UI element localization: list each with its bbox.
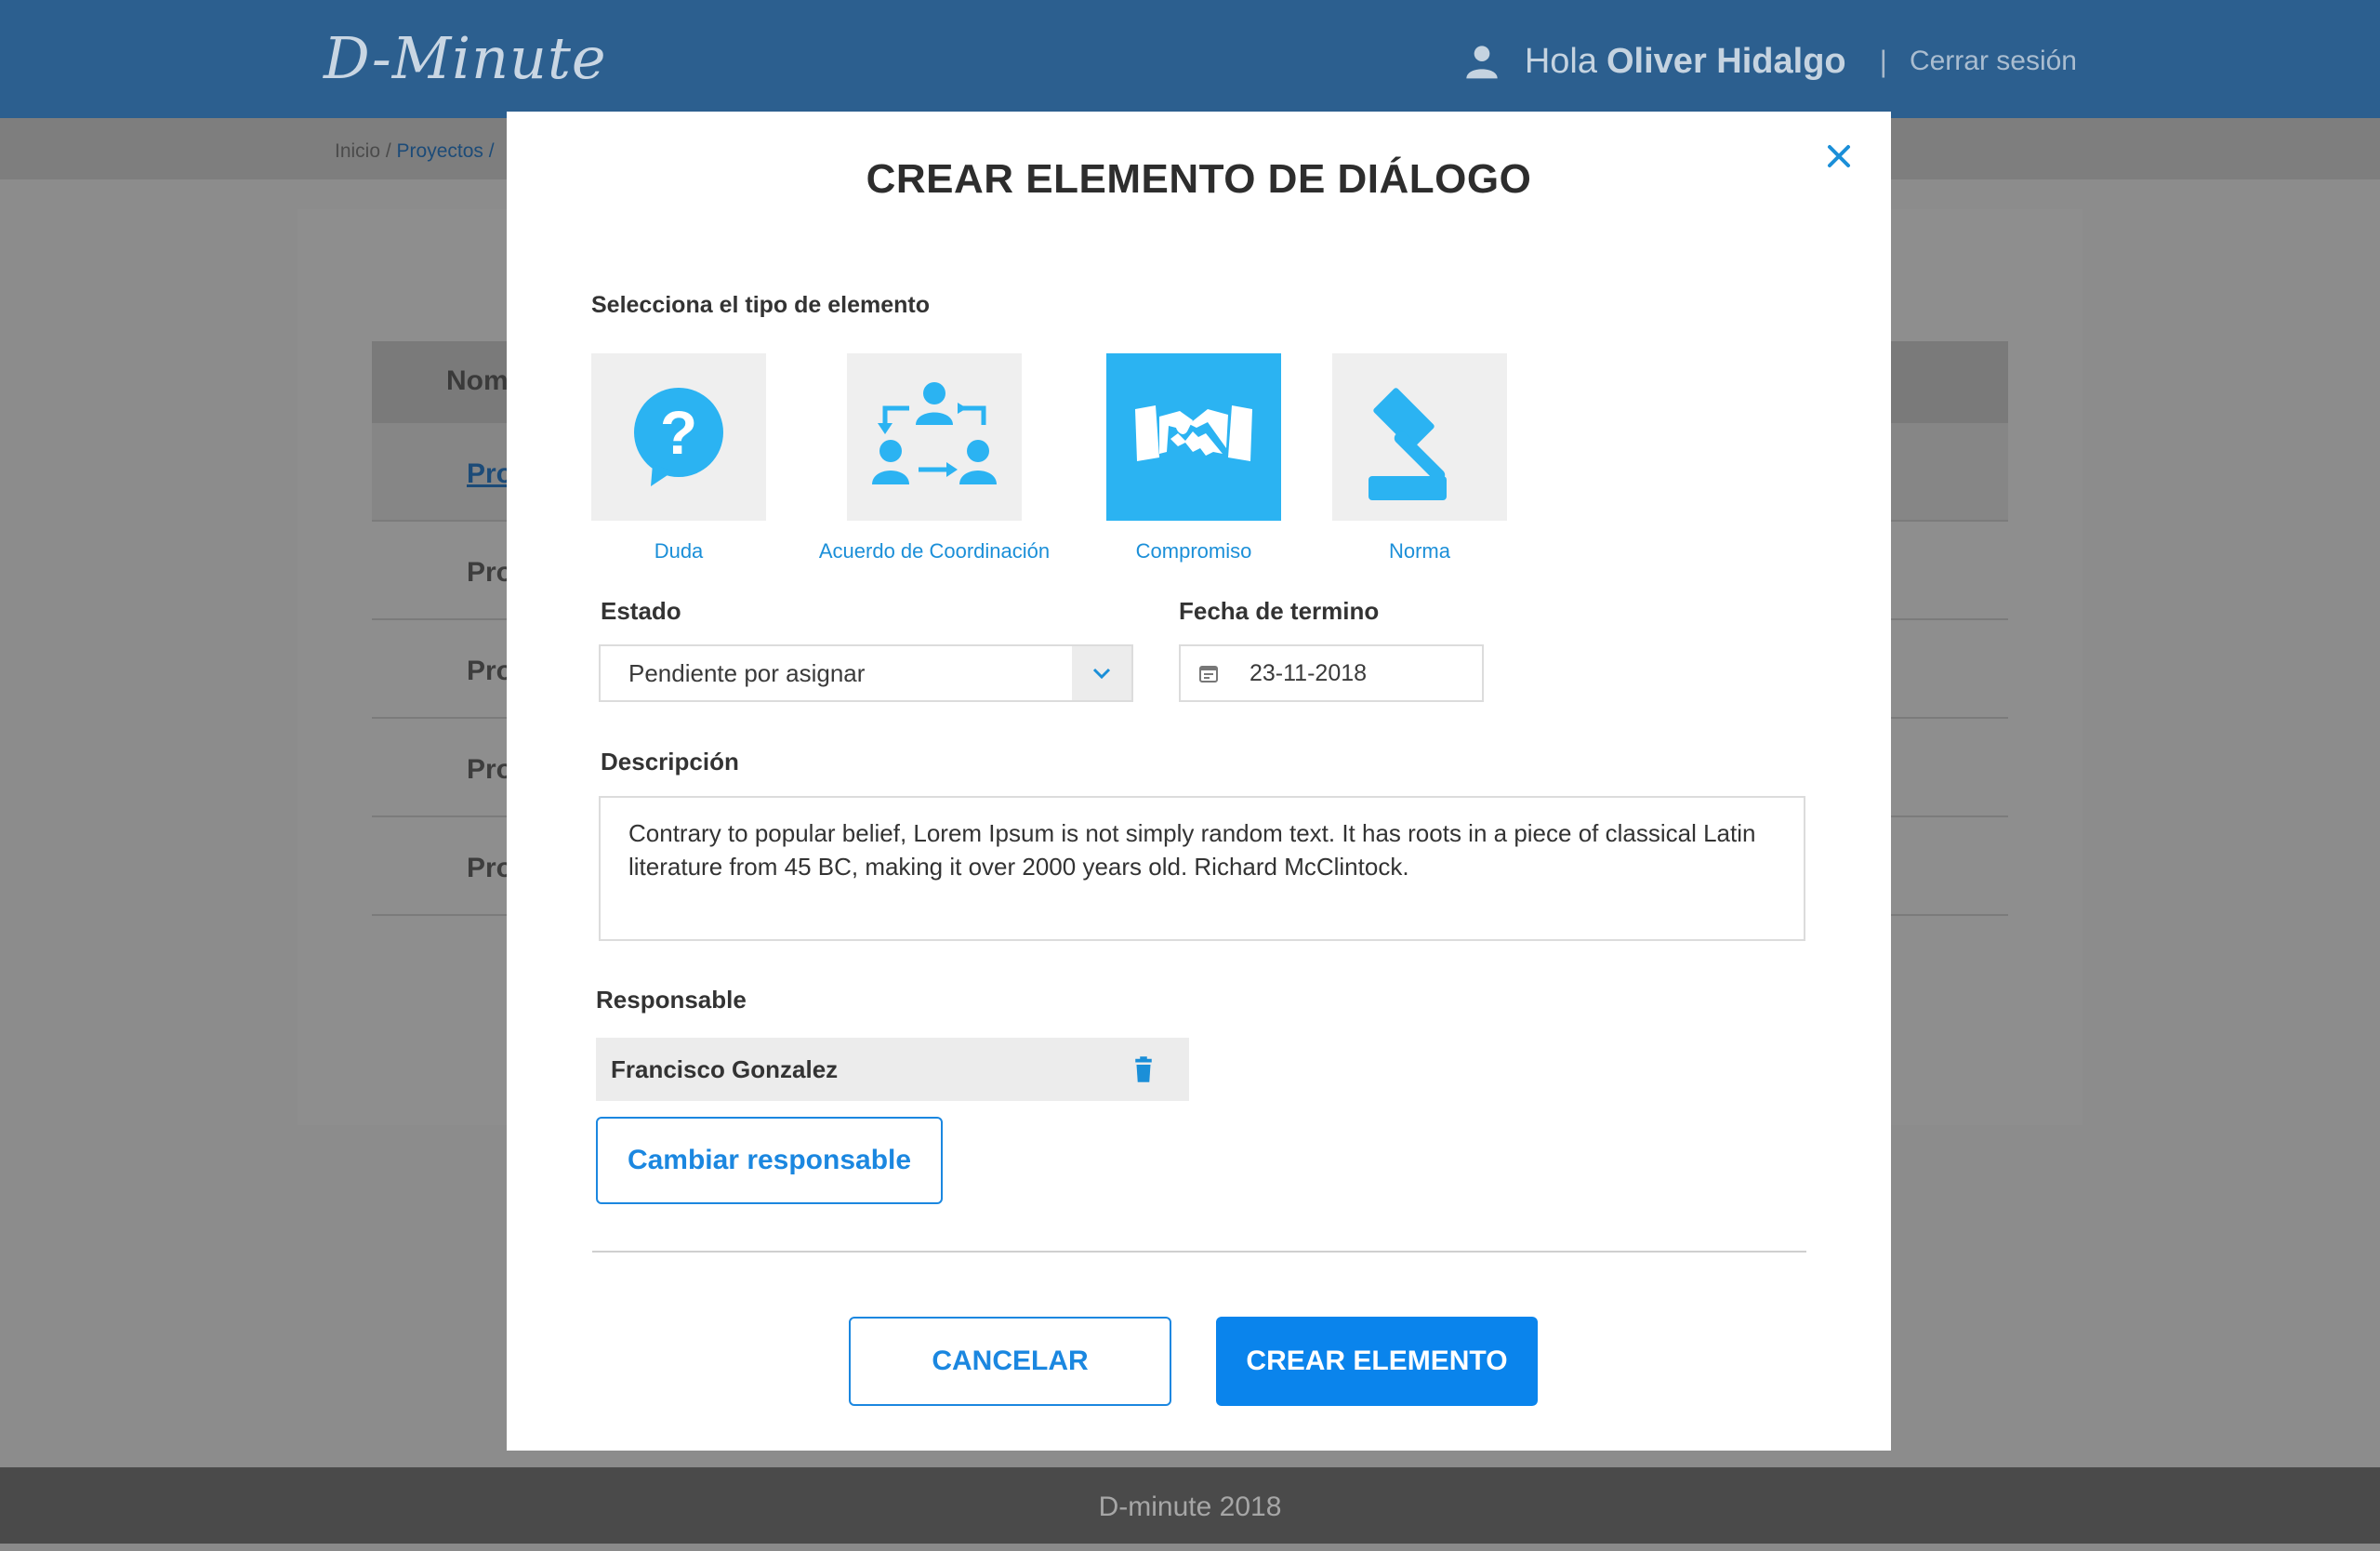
type-card-duda[interactable]: ?	[591, 353, 766, 521]
modal-title: CREAR ELEMENTO DE DIÁLOGO	[866, 156, 1532, 202]
type-label-duda[interactable]: Duda	[549, 539, 809, 563]
change-responsible-button[interactable]: Cambiar responsable	[596, 1117, 943, 1204]
greeting-text: Hola	[1524, 41, 1597, 81]
descripcion-textarea[interactable]: Contrary to popular belief, Lorem Ipsum …	[599, 796, 1805, 941]
user-name: Oliver Hidalgo	[1606, 41, 1846, 81]
create-element-button[interactable]: CREAR ELEMENTO	[1216, 1317, 1538, 1406]
responsable-label: Responsable	[596, 986, 747, 1014]
user-area: Hola Oliver Hidalgo | Cerrar sesión	[1463, 35, 2077, 87]
fecha-label: Fecha de termino	[1179, 597, 1380, 625]
estado-value: Pendiente por asignar	[628, 658, 866, 687]
type-card-acuerdo[interactable]	[847, 353, 1022, 521]
type-label-norma[interactable]: Norma	[1289, 539, 1550, 563]
create-element-modal: CREAR ELEMENTO DE DIÁLOGO Selecciona el …	[507, 112, 1891, 1451]
column-header-name: Nom	[446, 365, 509, 396]
divider	[592, 1251, 1806, 1253]
breadcrumb-separator: /	[380, 140, 397, 162]
breadcrumb: Inicio / Proyectos /	[335, 140, 495, 163]
estado-label: Estado	[601, 597, 681, 625]
top-navigation-bar: D-Minute Hola Oliver Hidalgo | Cerrar se…	[0, 0, 2380, 118]
fecha-input[interactable]: 23-11-2018	[1179, 644, 1484, 702]
responsable-item: Francisco Gonzalez	[596, 1038, 1189, 1101]
type-label-acuerdo[interactable]: Acuerdo de Coordinación	[804, 539, 1064, 563]
user-separator: |	[1879, 44, 1887, 78]
responsable-name: Francisco Gonzalez	[611, 1054, 839, 1083]
footer-text: D-minute 2018	[1098, 1491, 1282, 1522]
app-logo: D-Minute	[324, 24, 607, 92]
fecha-value: 23-11-2018	[1250, 659, 1368, 686]
chevron-down-icon	[1092, 668, 1111, 679]
type-card-compromiso[interactable]	[1106, 353, 1281, 521]
cancel-button[interactable]: CANCELAR	[849, 1317, 1171, 1406]
question-bubble-icon: ?	[634, 388, 723, 486]
breadcrumb-home[interactable]: Inicio	[335, 140, 380, 162]
descripcion-label: Descripción	[601, 748, 739, 776]
breadcrumb-projects[interactable]: Proyectos /	[397, 140, 495, 162]
svg-text:?: ?	[660, 398, 697, 467]
gavel-icon	[1368, 388, 1447, 500]
dropdown-arrow[interactable]	[1072, 646, 1131, 700]
type-card-norma[interactable]	[1332, 353, 1507, 521]
element-type-label: Selecciona el tipo de elemento	[591, 292, 931, 318]
handshake-icon	[1135, 405, 1252, 461]
coordination-people-icon	[872, 382, 997, 484]
type-label-compromiso[interactable]: Compromiso	[1064, 539, 1324, 563]
trash-icon[interactable]	[1130, 1055, 1157, 1083]
page-footer: D-minute 2018	[0, 1467, 2380, 1551]
logout-link[interactable]: Cerrar sesión	[1910, 46, 2077, 77]
calendar-icon	[1199, 666, 1218, 683]
user-icon	[1466, 46, 1498, 79]
estado-select[interactable]: Pendiente por asignar	[599, 644, 1133, 702]
